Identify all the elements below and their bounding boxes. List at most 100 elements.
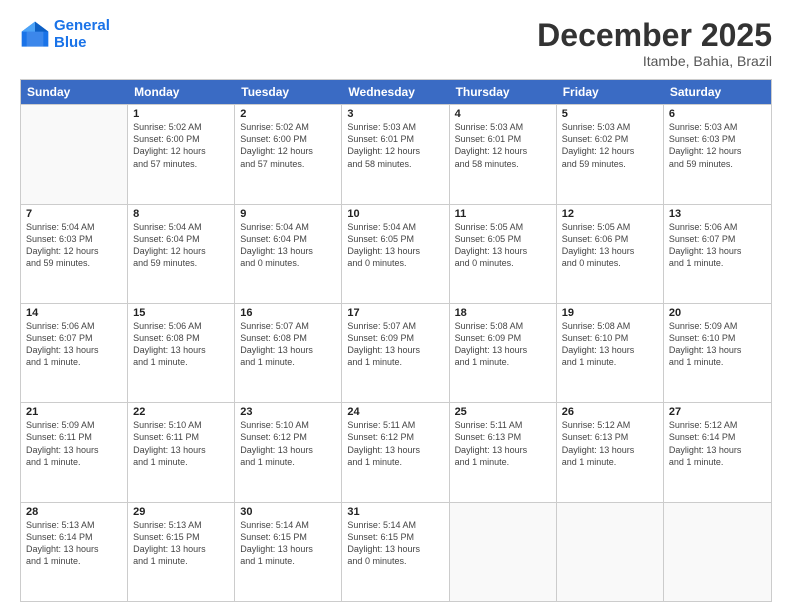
calendar-body: 1 Sunrise: 5:02 AM Sunset: 6:00 PM Daylig… [21,104,771,601]
cal-cell-3-1: 14Sunrise: 5:06 AM Sunset: 6:07 PM Dayli… [21,304,128,402]
day-info: Sunrise: 5:04 AM Sunset: 6:03 PM Dayligh… [26,221,122,270]
day-number: 21 [26,406,122,418]
day-info: Sunrise: 5:04 AM Sunset: 6:05 PM Dayligh… [347,221,443,270]
cal-cell-5-3: 30Sunrise: 5:14 AM Sunset: 6:15 PM Dayli… [235,503,342,601]
cal-cell-3-3: 16Sunrise: 5:07 AM Sunset: 6:08 PM Dayli… [235,304,342,402]
day-info: Sunrise: 5:05 AM Sunset: 6:05 PM Dayligh… [455,221,551,270]
cal-cell-5-5 [450,503,557,601]
cal-cell-1-2: 1Sunrise: 5:02 AM Sunset: 6:00 PM Daylig… [128,105,235,203]
cal-cell-3-6: 19Sunrise: 5:08 AM Sunset: 6:10 PM Dayli… [557,304,664,402]
day-info: Sunrise: 5:10 AM Sunset: 6:11 PM Dayligh… [133,419,229,468]
cal-cell-2-3: 9Sunrise: 5:04 AM Sunset: 6:04 PM Daylig… [235,205,342,303]
day-info: Sunrise: 5:12 AM Sunset: 6:14 PM Dayligh… [669,419,766,468]
day-info: Sunrise: 5:03 AM Sunset: 6:02 PM Dayligh… [562,121,658,170]
day-info: Sunrise: 5:11 AM Sunset: 6:13 PM Dayligh… [455,419,551,468]
header-day-thursday: Thursday [450,80,557,104]
day-number: 24 [347,406,443,418]
day-number: 5 [562,108,658,120]
month-title: December 2025 [537,18,772,53]
cal-cell-3-2: 15Sunrise: 5:06 AM Sunset: 6:08 PM Dayli… [128,304,235,402]
day-info: Sunrise: 5:06 AM Sunset: 6:07 PM Dayligh… [26,320,122,369]
day-info: Sunrise: 5:03 AM Sunset: 6:01 PM Dayligh… [347,121,443,170]
cal-cell-5-2: 29Sunrise: 5:13 AM Sunset: 6:15 PM Dayli… [128,503,235,601]
day-info: Sunrise: 5:07 AM Sunset: 6:09 PM Dayligh… [347,320,443,369]
day-info: Sunrise: 5:10 AM Sunset: 6:12 PM Dayligh… [240,419,336,468]
calendar-row-1: 1 Sunrise: 5:02 AM Sunset: 6:00 PM Daylig… [21,104,771,203]
day-info: Sunrise: 5:13 AM Sunset: 6:14 PM Dayligh… [26,519,122,568]
cal-cell-4-1: 21Sunrise: 5:09 AM Sunset: 6:11 PM Dayli… [21,403,128,501]
logo-text: General Blue [54,18,110,51]
day-info: Sunrise: 5:03 AM Sunset: 6:03 PM Dayligh… [669,121,766,170]
cal-cell-5-7 [664,503,771,601]
logo-line1: General [54,17,110,34]
cal-cell-2-1: 7Sunrise: 5:04 AM Sunset: 6:03 PM Daylig… [21,205,128,303]
day-info: Sunrise: 5:09 AM Sunset: 6:11 PM Dayligh… [26,419,122,468]
header-day-wednesday: Wednesday [342,80,449,104]
day-info: Sunrise: 5:04 AM Sunset: 6:04 PM Dayligh… [133,221,229,270]
day-info: Sunrise: 5:11 AM Sunset: 6:12 PM Dayligh… [347,419,443,468]
day-info: Sunrise: 5:04 AM Sunset: 6:04 PM Dayligh… [240,221,336,270]
calendar-header: SundayMondayTuesdayWednesdayThursdayFrid… [21,80,771,104]
cal-cell-2-4: 10Sunrise: 5:04 AM Sunset: 6:05 PM Dayli… [342,205,449,303]
cal-cell-4-6: 26Sunrise: 5:12 AM Sunset: 6:13 PM Dayli… [557,403,664,501]
logo-line2: Blue [54,34,87,51]
cal-cell-1-7: 6Sunrise: 5:03 AM Sunset: 6:03 PM Daylig… [664,105,771,203]
header-day-friday: Friday [557,80,664,104]
page: General Blue December 2025 Itambe, Bahia… [0,0,792,612]
cal-cell-2-7: 13Sunrise: 5:06 AM Sunset: 6:07 PM Dayli… [664,205,771,303]
cal-cell-3-4: 17Sunrise: 5:07 AM Sunset: 6:09 PM Dayli… [342,304,449,402]
day-info: Sunrise: 5:14 AM Sunset: 6:15 PM Dayligh… [347,519,443,568]
day-number: 30 [240,506,336,518]
calendar-row-3: 14Sunrise: 5:06 AM Sunset: 6:07 PM Dayli… [21,303,771,402]
logo: General Blue [20,18,110,51]
day-info: Sunrise: 5:03 AM Sunset: 6:01 PM Dayligh… [455,121,551,170]
day-number: 28 [26,506,122,518]
cal-cell-2-2: 8Sunrise: 5:04 AM Sunset: 6:04 PM Daylig… [128,205,235,303]
calendar: SundayMondayTuesdayWednesdayThursdayFrid… [20,79,772,602]
day-number: 14 [26,307,122,319]
day-number: 10 [347,208,443,220]
day-info: Sunrise: 5:02 AM Sunset: 6:00 PM Dayligh… [240,121,336,170]
day-number: 22 [133,406,229,418]
day-number: 6 [669,108,766,120]
day-info: Sunrise: 5:09 AM Sunset: 6:10 PM Dayligh… [669,320,766,369]
calendar-row-5: 28Sunrise: 5:13 AM Sunset: 6:14 PM Dayli… [21,502,771,601]
day-number: 7 [26,208,122,220]
cal-cell-4-2: 22Sunrise: 5:10 AM Sunset: 6:11 PM Dayli… [128,403,235,501]
day-number: 17 [347,307,443,319]
day-number: 1 [133,108,229,120]
cal-cell-5-4: 31Sunrise: 5:14 AM Sunset: 6:15 PM Dayli… [342,503,449,601]
day-number: 8 [133,208,229,220]
day-number: 29 [133,506,229,518]
day-number: 20 [669,307,766,319]
day-number: 13 [669,208,766,220]
header-day-saturday: Saturday [664,80,771,104]
day-number: 11 [455,208,551,220]
day-info: Sunrise: 5:13 AM Sunset: 6:15 PM Dayligh… [133,519,229,568]
cal-cell-1-3: 2Sunrise: 5:02 AM Sunset: 6:00 PM Daylig… [235,105,342,203]
day-info: Sunrise: 5:06 AM Sunset: 6:07 PM Dayligh… [669,221,766,270]
cal-cell-2-6: 12Sunrise: 5:05 AM Sunset: 6:06 PM Dayli… [557,205,664,303]
day-number: 3 [347,108,443,120]
day-number: 26 [562,406,658,418]
day-info: Sunrise: 5:08 AM Sunset: 6:10 PM Dayligh… [562,320,658,369]
day-number: 27 [669,406,766,418]
cal-cell-4-4: 24Sunrise: 5:11 AM Sunset: 6:12 PM Dayli… [342,403,449,501]
day-number: 2 [240,108,336,120]
day-number: 31 [347,506,443,518]
day-number: 4 [455,108,551,120]
day-number: 9 [240,208,336,220]
day-info: Sunrise: 5:06 AM Sunset: 6:08 PM Dayligh… [133,320,229,369]
subtitle: Itambe, Bahia, Brazil [537,53,772,69]
cal-cell-1-1 [21,105,128,203]
cal-cell-5-1: 28Sunrise: 5:13 AM Sunset: 6:14 PM Dayli… [21,503,128,601]
calendar-row-2: 7Sunrise: 5:04 AM Sunset: 6:03 PM Daylig… [21,204,771,303]
title-area: December 2025 Itambe, Bahia, Brazil [537,18,772,69]
cal-cell-4-5: 25Sunrise: 5:11 AM Sunset: 6:13 PM Dayli… [450,403,557,501]
day-number: 12 [562,208,658,220]
day-number: 16 [240,307,336,319]
cal-cell-1-4: 3Sunrise: 5:03 AM Sunset: 6:01 PM Daylig… [342,105,449,203]
day-number: 18 [455,307,551,319]
cal-cell-4-7: 27Sunrise: 5:12 AM Sunset: 6:14 PM Dayli… [664,403,771,501]
header: General Blue December 2025 Itambe, Bahia… [20,18,772,69]
